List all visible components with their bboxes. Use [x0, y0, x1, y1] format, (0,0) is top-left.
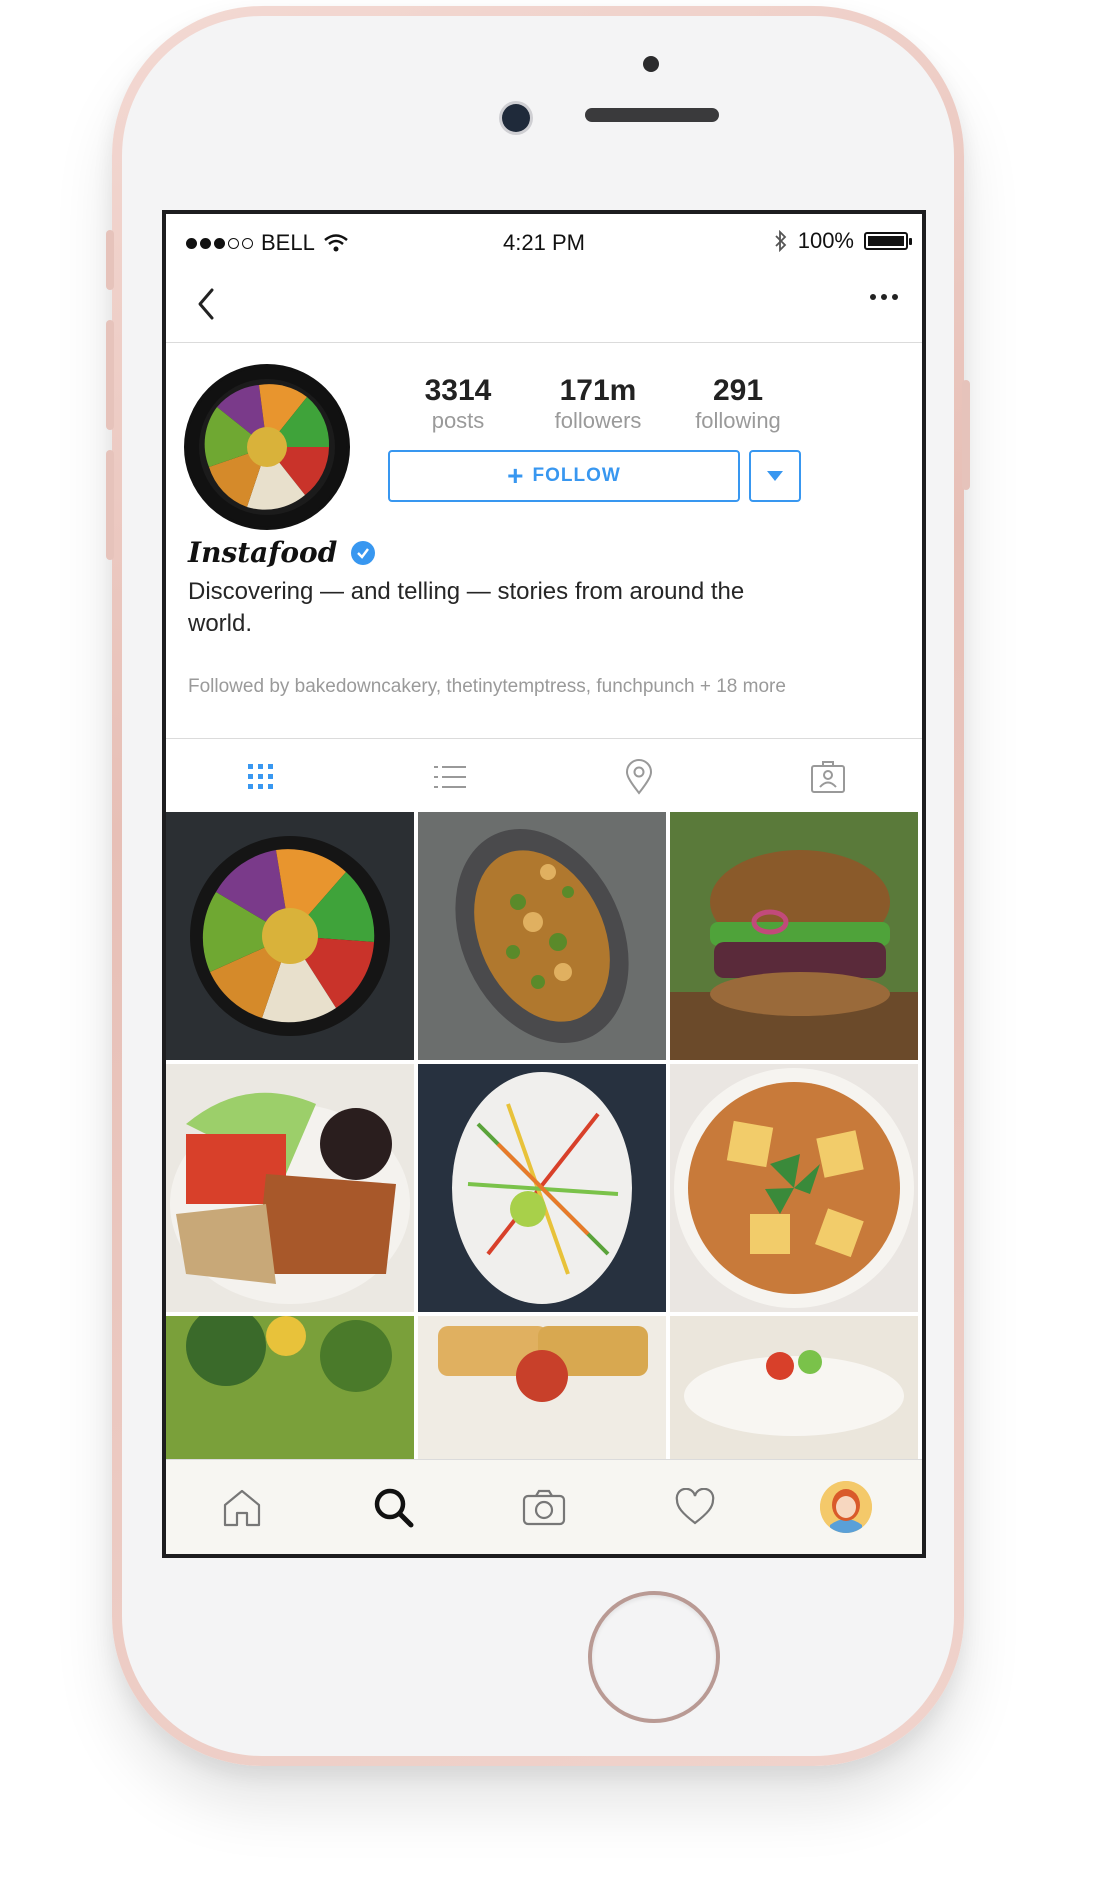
follow-button[interactable]: + FOLLOW — [388, 450, 740, 502]
follow-label: FOLLOW — [532, 465, 621, 486]
profile-bio: Discovering — and telling — stories from… — [188, 578, 745, 637]
grid-photo[interactable] — [670, 812, 918, 1060]
plus-icon: + — [507, 460, 525, 491]
search-icon — [374, 1488, 414, 1528]
verified-badge-icon — [351, 540, 376, 565]
list-view-tab[interactable] — [355, 739, 544, 815]
bluetooth-icon — [775, 230, 786, 252]
profile-avatar-image[interactable] — [184, 364, 350, 530]
profile-header-bar — [166, 266, 922, 343]
bottom-navigation — [166, 1459, 922, 1554]
suggestions-dropdown-button[interactable] — [749, 450, 801, 502]
location-pin-icon — [625, 759, 652, 795]
followers-count[interactable]: 171m followers — [528, 374, 668, 434]
stat-value: 291 — [712, 374, 764, 407]
proximity-sensor — [643, 56, 659, 72]
stat-value: 171m — [559, 374, 637, 407]
grid-photo[interactable] — [166, 1064, 414, 1312]
home-icon — [223, 1489, 260, 1527]
grid-view-tab[interactable] — [166, 739, 355, 815]
stat-label: followers — [554, 408, 642, 433]
power-button — [962, 380, 970, 490]
volume-up-button — [106, 320, 114, 430]
profile-name-row: Instafood — [188, 536, 376, 569]
heart-icon — [675, 1488, 715, 1525]
volume-down-button — [106, 450, 114, 560]
photo-grid — [166, 812, 922, 1554]
grid-icon — [247, 764, 273, 789]
tagged-person-icon — [810, 761, 845, 793]
more-options-icon[interactable] — [870, 294, 898, 300]
profile-avatar — [820, 1481, 873, 1533]
back-arrow-icon[interactable] — [188, 284, 228, 324]
followed-by-text[interactable]: Followed by bakedowncakery, thetinytempt… — [188, 674, 808, 700]
battery-icon — [864, 232, 912, 250]
grid-photo[interactable] — [670, 1064, 918, 1312]
profile-stats: 3314 posts 171m followers 291 following — [388, 374, 808, 434]
status-bar: BELL 4:21 PM 100% — [166, 214, 922, 266]
home-tab[interactable] — [166, 1460, 317, 1554]
camera-icon — [522, 1489, 566, 1526]
battery-percentage: 100% — [797, 228, 854, 253]
grid-photo[interactable] — [418, 812, 666, 1060]
grid-photo[interactable] — [166, 812, 414, 1060]
caret-down-icon — [767, 471, 783, 481]
profile-tab[interactable] — [771, 1460, 922, 1554]
list-icon — [433, 766, 466, 788]
grid-photo[interactable] — [418, 1064, 666, 1312]
stat-value: 3314 — [424, 374, 492, 407]
location-tab[interactable] — [544, 739, 733, 815]
camera-tab[interactable] — [468, 1460, 619, 1554]
mute-switch — [106, 230, 114, 290]
stat-label: following — [695, 408, 781, 433]
profile-view-tabs — [166, 738, 922, 815]
app-screen: BELL 4:21 PM 100% 3314 posts 171m follow… — [162, 210, 926, 1558]
profile-name: Instafood — [188, 536, 338, 569]
home-button[interactable] — [588, 1591, 720, 1723]
stat-label: posts — [431, 408, 485, 433]
search-tab[interactable] — [317, 1460, 468, 1554]
activity-tab[interactable] — [620, 1460, 771, 1554]
following-count[interactable]: 291 following — [668, 374, 808, 434]
tagged-tab[interactable] — [733, 739, 922, 815]
earpiece-speaker — [585, 108, 719, 122]
front-camera — [502, 104, 530, 132]
posts-count[interactable]: 3314 posts — [388, 374, 528, 434]
